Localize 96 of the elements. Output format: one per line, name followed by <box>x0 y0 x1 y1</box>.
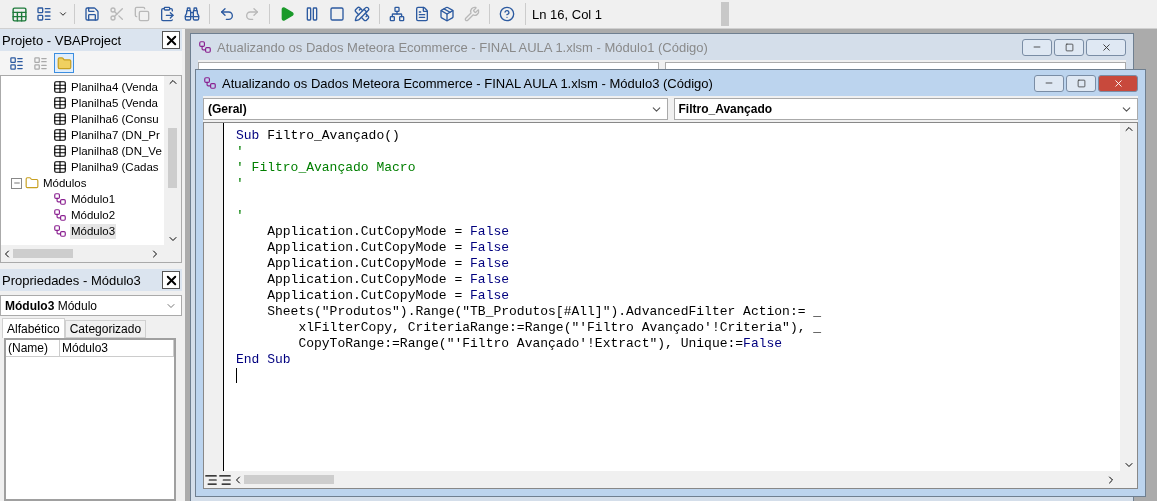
network-icon <box>389 6 405 22</box>
minus-icon <box>12 179 21 187</box>
sheet-icon <box>53 80 67 94</box>
tree-item[interactable]: Planilha6 (Consu <box>70 111 160 127</box>
close-icon <box>1100 41 1112 53</box>
tree-item[interactable]: Módulo1 <box>70 191 117 207</box>
module-view-icon[interactable] <box>218 472 232 487</box>
code-line: Application.CutCopyMode = False <box>266 288 511 304</box>
tree-item[interactable]: Planilha8 (DN_Ve <box>70 143 163 159</box>
restore-icon <box>1076 78 1086 88</box>
copy-icon <box>134 6 150 22</box>
restore-icon <box>1064 42 1074 52</box>
object-type: Módulo <box>57 298 98 313</box>
code-line: CopyToRange:=Range("'Filtro Avançado'!Extract"), Unique:=False <box>297 336 784 352</box>
module-icon <box>198 40 212 54</box>
code-line: xlFilterCopy, CriteriaRange:=Range("'Filtro Avançado'!Criteria"), _ <box>297 320 823 336</box>
package-icon <box>439 6 455 22</box>
scroll-thumb[interactable] <box>13 249 73 258</box>
spreadsheet-icon <box>10 5 28 23</box>
code-line: Sub Filtro_Avançado() <box>236 128 401 144</box>
minimize-button[interactable] <box>1022 38 1052 56</box>
play-icon <box>279 6 295 22</box>
close-button[interactable] <box>162 31 180 49</box>
tree-item[interactable]: Planilha7 (DN_Pr <box>70 127 161 143</box>
code-line: ' <box>236 144 245 160</box>
procedure-dropdown[interactable] <box>665 62 1126 69</box>
window-title: Atualizando os Dados Meteora Ecommerce - FINAL AULA 1.xlsm - Módulo1 (Código) <box>217 39 708 55</box>
undo-icon <box>219 6 235 22</box>
sheet-icon <box>53 112 67 126</box>
folder-icon <box>25 176 39 190</box>
code-line: ' Filtro_Avançado Macro <box>236 160 417 176</box>
binoculars-icon <box>184 6 200 22</box>
code-line: Application.CutCopyMode = False <box>266 256 511 272</box>
horizontal-scrollbar[interactable] <box>1 245 181 262</box>
tree-item[interactable]: Módulo3 <box>70 223 117 239</box>
restore-button[interactable] <box>1054 38 1084 56</box>
text-caret <box>236 368 237 383</box>
list-icon <box>8 55 24 71</box>
tree-item[interactable]: Módulos <box>42 175 88 191</box>
minimize-button[interactable] <box>1034 74 1064 92</box>
document-icon <box>414 6 430 22</box>
sheet-icon <box>53 144 67 158</box>
redo-icon <box>244 6 260 22</box>
module-icon <box>203 76 217 90</box>
object-dropdown[interactable] <box>198 62 659 69</box>
wrench-icon <box>464 6 480 22</box>
code-line: Application.CutCopyMode = False <box>266 240 511 256</box>
window-title: Atualizando os Dados Meteora Ecommerce - FINAL AULA 1.xlsm - Módulo3 (Código) <box>222 75 713 91</box>
code-line: ' <box>236 176 245 192</box>
pause-icon <box>304 6 320 22</box>
properties-tab[interactable]: Alfabético <box>2 318 65 338</box>
object-dropdown[interactable]: (Geral) <box>203 98 668 120</box>
help-icon <box>499 6 515 22</box>
module-icon <box>53 224 67 238</box>
vertical-scrollbar[interactable] <box>164 76 181 245</box>
code-line: End Sub <box>236 352 292 368</box>
dropdown-icon[interactable] <box>58 9 68 19</box>
property-name: (Name) <box>6 340 60 356</box>
scroll-thumb[interactable] <box>244 475 334 484</box>
pane-title: Propriedades - Módulo3 <box>2 272 141 288</box>
property-value[interactable]: Módulo3 <box>60 340 174 356</box>
properties-tab[interactable]: Categorizado <box>64 320 147 338</box>
folder-icon <box>56 55 72 71</box>
code-line: Application.CutCopyMode = False <box>266 224 511 240</box>
tree-item[interactable]: Planilha9 (Cadas <box>70 159 160 175</box>
ruler-pencil-icon <box>354 6 370 22</box>
close-button[interactable] <box>162 271 180 289</box>
sheet-icon <box>53 96 67 110</box>
toggle-folders-button[interactable] <box>54 53 74 73</box>
tree-item[interactable]: Módulo2 <box>70 207 117 223</box>
pane-title: Projeto - VBAProject <box>2 32 122 48</box>
object-dropdown[interactable]: Módulo3 Módulo <box>0 295 182 316</box>
tree-item[interactable]: Planilha4 (Venda <box>70 79 159 95</box>
paste-icon <box>159 6 175 22</box>
procedure-dropdown[interactable]: Filtro_Avançado <box>673 98 1138 120</box>
collapse-toggle[interactable] <box>11 177 22 189</box>
code-line: ' <box>236 208 245 224</box>
tree-item[interactable]: Planilha5 (Venda <box>70 95 159 111</box>
module-icon <box>53 192 67 206</box>
list-icon <box>32 55 48 71</box>
toolbar-grip[interactable] <box>721 2 729 26</box>
code-line: Sheets("Produtos").Range("TB_Produtos[#All]").AdvancedFilter Action:= _ <box>266 304 823 320</box>
scroll-thumb[interactable] <box>168 128 177 188</box>
sheet-icon <box>53 128 67 142</box>
stop-icon <box>329 6 345 22</box>
procedure-view-icon[interactable] <box>204 472 218 487</box>
code-line: Application.CutCopyMode = False <box>266 272 511 288</box>
cut-icon <box>109 6 125 22</box>
close-icon <box>1112 77 1124 89</box>
restore-button[interactable] <box>1066 74 1096 92</box>
save-icon <box>84 6 100 22</box>
cursor-position: Ln 16, Col 1 <box>525 3 712 25</box>
form-icon <box>36 6 52 22</box>
object-name: Módulo3 <box>5 298 55 313</box>
sheet-icon <box>53 160 67 174</box>
module-icon <box>53 208 67 222</box>
